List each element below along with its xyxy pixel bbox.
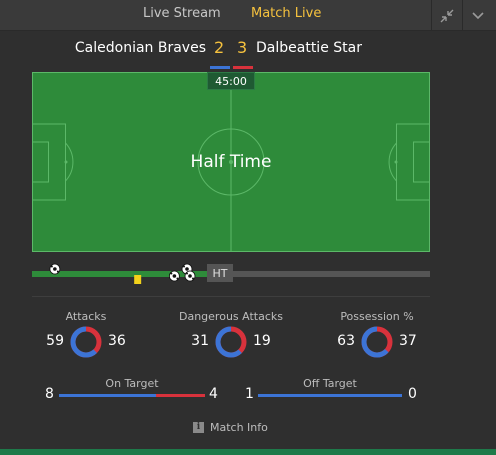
halftime-marker: HT: [207, 264, 233, 282]
halftime-label: HT: [213, 267, 228, 280]
match-clock: 45:00: [207, 72, 255, 90]
away-score: 3: [237, 38, 248, 57]
tab-live-stream[interactable]: Live Stream: [143, 6, 221, 21]
home-color-bar: [210, 66, 230, 69]
away-color-bar: [233, 66, 253, 69]
stat-away-value: 37: [399, 333, 417, 349]
top-bar: Live Stream Match Live: [0, 0, 496, 31]
goal-ball-icon: [49, 263, 61, 275]
stat-home-value: 63: [337, 333, 355, 349]
bar-stat-label: Off Target: [303, 377, 357, 390]
home-score: 2: [214, 38, 225, 57]
stat-label: Dangerous Attacks: [179, 310, 283, 323]
bar-home-value: 8: [45, 386, 54, 402]
stat-away-value: 36: [108, 333, 126, 349]
bar-away-value: 0: [408, 386, 417, 402]
bar-home-fill: [258, 394, 402, 397]
collapse-button[interactable]: [431, 0, 461, 31]
bar-away-fill: [156, 394, 205, 397]
stat-label: Possession %: [340, 310, 414, 323]
divider: [32, 296, 430, 297]
match-info-link[interactable]: i Match Info: [193, 421, 268, 434]
yellow-card-icon: [134, 275, 142, 284]
bottom-strip: [0, 449, 496, 455]
bar-home-value: 1: [245, 386, 254, 402]
home-team-name: Caledonian Braves: [74, 40, 206, 56]
stat-label: Attacks: [65, 310, 107, 323]
stat-donut: [70, 326, 102, 358]
match-info-label: Match Info: [210, 421, 268, 434]
tab-match-live[interactable]: Match Live: [251, 6, 321, 21]
collapse-icon: [440, 9, 453, 22]
stat-home-value: 31: [191, 333, 209, 349]
scoreboard: Caledonian Braves 2 3 Dalbeattie Star: [0, 38, 496, 60]
goal-ball-icon: [184, 270, 196, 282]
stat-home-value: 59: [46, 333, 64, 349]
chevron-down-icon: [471, 11, 484, 19]
bar-stat-label: On Target: [105, 377, 159, 390]
info-icon: i: [193, 422, 204, 433]
match-timeline: HT: [32, 263, 430, 284]
goal-ball-icon: [168, 270, 180, 282]
away-team-name: Dalbeattie Star: [256, 40, 362, 56]
bar-away-value: 4: [209, 386, 218, 402]
stat-away-value: 19: [253, 333, 271, 349]
dropdown-button[interactable]: [462, 0, 492, 31]
match-status: Half Time: [190, 152, 272, 172]
stat-donut: [361, 326, 393, 358]
stat-donut: [215, 326, 247, 358]
bar-home-fill: [59, 394, 156, 397]
